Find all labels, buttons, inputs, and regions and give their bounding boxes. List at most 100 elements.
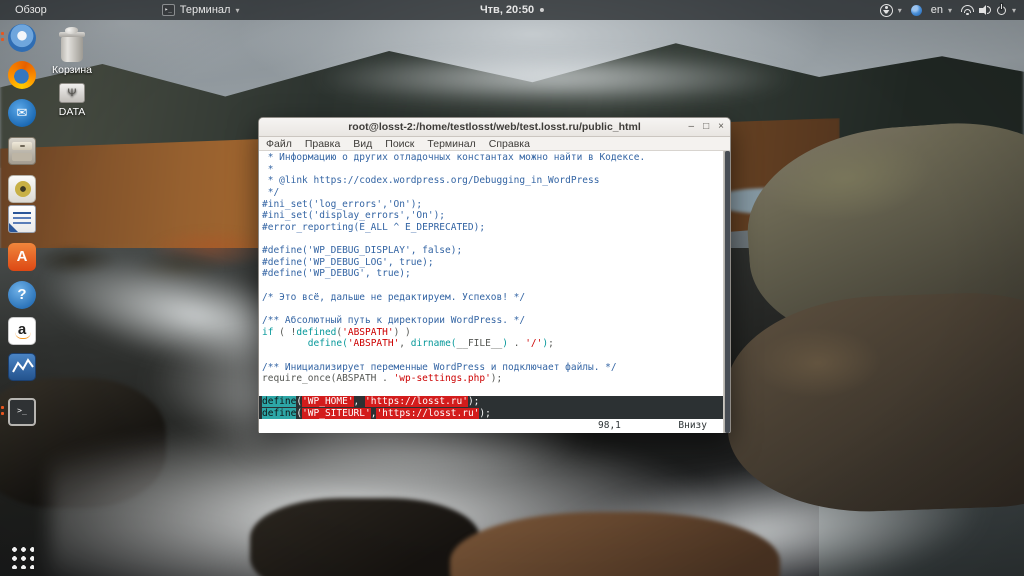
menu-edit[interactable]: Правка	[305, 138, 340, 150]
terminal-window: root@losst-2:/home/testlosst/web/test.lo…	[258, 117, 731, 433]
code-line-highlighted: define('WP_HOME', 'https://losst.ru');	[259, 396, 723, 409]
desktop-icon-data-drive[interactable]: Ψ DATA	[40, 80, 104, 118]
code-line: require_once(ABSPATH . 'wp-settings.php'…	[262, 373, 503, 385]
terminal-app-icon: ▸_	[161, 4, 175, 16]
menu-search[interactable]: Поиск	[385, 138, 414, 150]
accessibility-icon	[879, 3, 893, 17]
code-line: #ini_set('display_errors','On');	[262, 210, 446, 222]
minimize-button[interactable]: –	[689, 122, 695, 132]
dock-item-thunderbird[interactable]: ✉	[8, 99, 36, 127]
wallpaper-stream-mist	[533, 441, 987, 576]
clock-label: Чтв, 20:50	[479, 4, 535, 16]
menu-view[interactable]: Вид	[353, 138, 372, 150]
thunderbird-icon: ✉	[8, 99, 36, 127]
wallpaper-boulder-bottom	[723, 288, 1024, 517]
menu-bar: Файл Правка Вид Поиск Терминал Справка	[259, 137, 730, 151]
close-button[interactable]: ×	[718, 122, 724, 132]
volume-icon	[978, 5, 991, 15]
dock-item-help[interactable]: ?	[8, 281, 36, 309]
software-store-icon: A	[8, 243, 36, 271]
code-line: #define('WP_DEBUG', true);	[262, 268, 411, 280]
usb-drive-icon: Ψ	[59, 83, 85, 103]
dock-item-system-monitor[interactable]	[8, 353, 36, 381]
clock-button[interactable]: Чтв, 20:50	[479, 4, 545, 16]
trash-icon	[59, 27, 85, 62]
wallpaper-rock-brown	[450, 512, 780, 576]
keyboard-layout-label: en	[930, 4, 943, 16]
code-line: /* Это всё, дальше не редактируем. Успех…	[262, 291, 526, 303]
amazon-icon: a	[8, 317, 36, 345]
power-icon	[996, 3, 1007, 16]
app-menu-label: Терминал	[179, 4, 231, 16]
window-title: root@losst-2:/home/testlosst/web/test.lo…	[348, 121, 641, 133]
top-bar: Обзор ▸_ Терминал ▾ Чтв, 20:50 ▾ en ▾ ▾	[0, 0, 1024, 20]
dock-item-rhythmbox[interactable]	[8, 175, 36, 203]
desktop-screen: Обзор ▸_ Терминал ▾ Чтв, 20:50 ▾ en ▾ ▾ …	[0, 0, 1024, 576]
firefox-icon	[8, 61, 36, 89]
show-applications-button[interactable]	[8, 543, 36, 571]
writer-icon	[8, 205, 36, 233]
activities-button[interactable]: Обзор	[15, 4, 47, 16]
notification-dot	[540, 8, 545, 12]
scrollbar[interactable]	[723, 151, 730, 433]
code-line: #error_reporting(E_ALL ^ E_DEPRECATED);	[262, 221, 486, 233]
wallpaper-stream-mist	[50, 426, 710, 576]
code-line: #define('WP_DEBUG_DISPLAY', false);	[262, 245, 463, 257]
chevron-down-icon: ▾	[947, 5, 952, 15]
dock-item-ubuntu-software[interactable]: A	[8, 243, 36, 271]
cursor-position: 98,1	[598, 420, 621, 431]
system-menu[interactable]: ▾	[960, 3, 1016, 16]
code-line: *	[262, 163, 274, 175]
vim-status-line: 98,1 Внизу	[259, 419, 723, 433]
wallpaper-rocks	[20, 226, 246, 296]
window-titlebar[interactable]: root@losst-2:/home/testlosst/web/test.lo…	[259, 118, 730, 137]
code-line: define('ABSPATH', dirname(__FILE__) . '/…	[307, 338, 554, 350]
help-icon: ?	[8, 281, 36, 309]
chevron-down-icon: ▾	[1011, 5, 1016, 15]
accessibility-menu[interactable]: ▾	[879, 3, 902, 17]
maximize-button[interactable]: □	[703, 122, 709, 132]
code-line: if ( !defined('ABSPATH') )	[262, 326, 411, 338]
code-line-highlighted: define('WP_SITEURL','https://losst.ru');	[259, 408, 723, 419]
system-monitor-icon	[8, 353, 36, 381]
wifi-icon	[960, 5, 974, 15]
code-line: * Информацию о других отладочных констан…	[262, 152, 646, 163]
code-line: */	[262, 186, 280, 198]
code-line: /** Инициализирует переменные WordPress …	[262, 361, 617, 373]
chevron-down-icon: ▾	[235, 5, 240, 15]
code-line: * @link https://codex.wordpress.org/Debu…	[262, 175, 600, 187]
dock-item-libreoffice-writer[interactable]	[8, 205, 36, 233]
dock-item-terminal[interactable]: >_	[1, 398, 36, 426]
dock-item-amazon[interactable]: a	[8, 317, 36, 345]
code-line: #ini_set('log_errors','On');	[262, 198, 423, 210]
terminal-icon: >_	[8, 398, 36, 426]
chromium-icon	[8, 24, 36, 52]
code-line: /** Абсолютный путь к директории WordPre…	[262, 314, 526, 326]
dock-item-files[interactable]	[8, 137, 36, 165]
terminal-content[interactable]: * Информацию о других отладочных констан…	[259, 151, 723, 419]
scroll-position: Внизу	[678, 420, 707, 431]
app-indicator-icon[interactable]	[910, 4, 922, 16]
scrollbar-thumb[interactable]	[725, 151, 730, 433]
dock-item-chromium[interactable]	[1, 24, 36, 52]
desktop-icon-label: Корзина	[52, 64, 92, 76]
menu-help[interactable]: Справка	[489, 138, 530, 150]
wallpaper-rock-dark	[250, 498, 480, 576]
desktop-icon-label: DATA	[58, 106, 86, 118]
file-manager-icon	[8, 137, 36, 165]
menu-file[interactable]: Файл	[266, 138, 292, 150]
app-menu[interactable]: ▸_ Терминал ▾	[161, 4, 240, 16]
code-line: #define('WP_DEBUG_LOG', true);	[262, 256, 434, 268]
menu-terminal[interactable]: Терминал	[427, 138, 475, 150]
wallpaper-clouds	[307, 52, 799, 104]
dock-item-firefox[interactable]	[8, 61, 36, 89]
desktop-icon-trash[interactable]: Корзина	[40, 27, 104, 76]
keyboard-layout-menu[interactable]: en ▾	[931, 4, 952, 16]
activities-label: Обзор	[15, 4, 47, 16]
chevron-down-icon: ▾	[897, 5, 902, 15]
